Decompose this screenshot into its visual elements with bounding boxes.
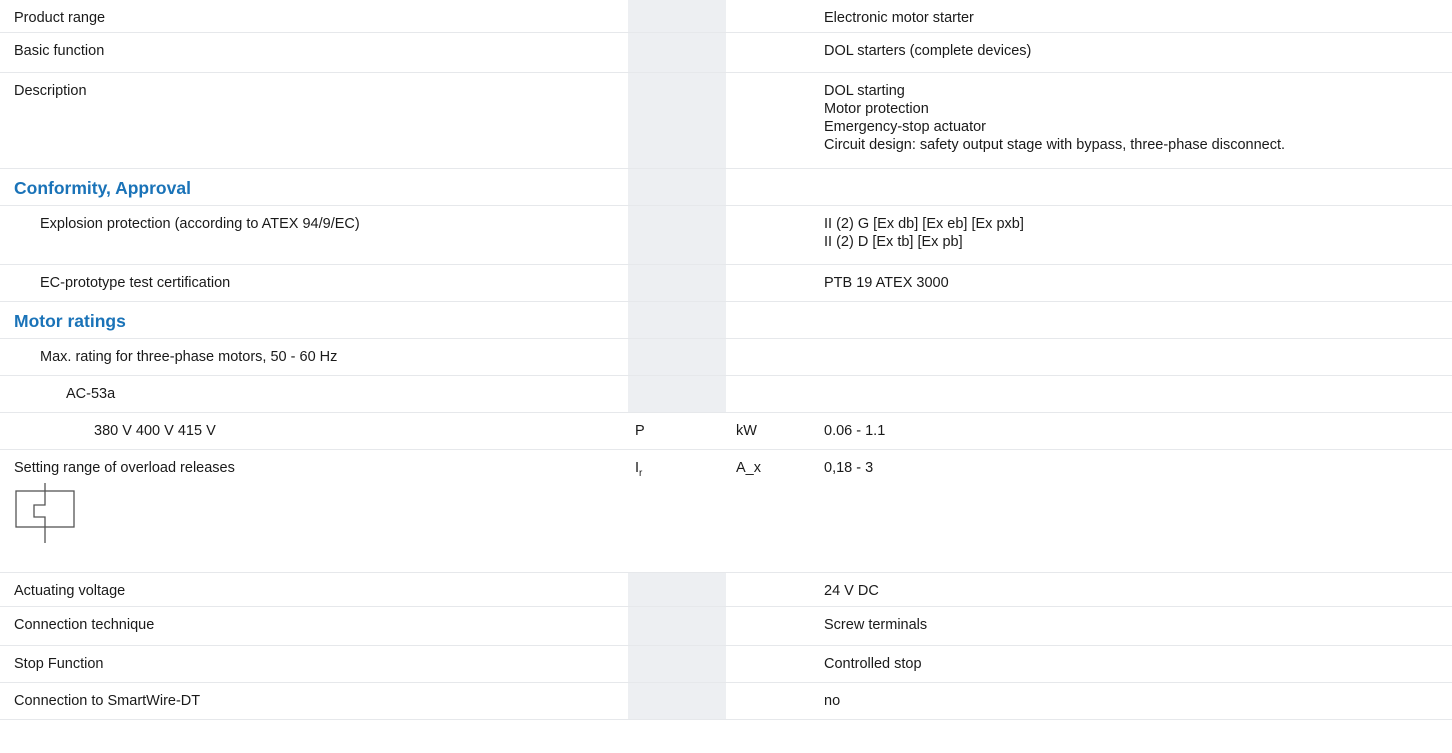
description-line: Emergency-stop actuator — [824, 118, 986, 135]
row-product-range: Product range Electronic motor starter — [0, 0, 1452, 33]
row-value: 0,18 - 3 — [819, 449, 1452, 573]
row-symbol: Ir — [628, 449, 726, 573]
row-value: PTB 19 ATEX 3000 — [819, 264, 1452, 302]
row-label-cell: Setting range of overload releases — [0, 449, 628, 573]
row-smartwire: Connection to SmartWire-DT no — [0, 682, 1452, 720]
row-description: Description DOL starting Motor protectio… — [0, 72, 1452, 169]
row-ac53a: AC-53a — [0, 375, 1452, 413]
section-conformity: Conformity, Approval — [0, 168, 1452, 206]
row-explosion-protection: Explosion protection (according to ATEX … — [0, 205, 1452, 265]
row-value: Screw terminals — [819, 606, 1452, 646]
row-label: Explosion protection (according to ATEX … — [0, 205, 628, 265]
row-label: Stop Function — [0, 645, 628, 683]
row-label: AC-53a — [0, 375, 628, 413]
row-label: EC-prototype test certification — [0, 264, 628, 302]
row-ec-certification: EC-prototype test certification PTB 19 A… — [0, 264, 1452, 302]
spec-table: Product range Electronic motor starter B… — [0, 0, 1452, 720]
row-value: 24 V DC — [819, 572, 1452, 607]
row-value: no — [819, 682, 1452, 720]
row-max-rating: Max. rating for three-phase motors, 50 -… — [0, 338, 1452, 376]
section-motor-ratings: Motor ratings — [0, 301, 1452, 339]
row-basic-function: Basic function DOL starters (complete de… — [0, 32, 1452, 73]
row-unit: A_x — [726, 449, 819, 573]
description-line: Motor protection — [824, 100, 929, 117]
row-label: Connection to SmartWire-DT — [0, 682, 628, 720]
row-value: DOL starters (complete devices) — [819, 32, 1452, 73]
row-label: Setting range of overload releases — [14, 459, 235, 476]
row-symbol: P — [628, 412, 726, 450]
description-line: Circuit design: safety output stage with… — [824, 136, 1286, 153]
row-value: II (2) G [Ex db] [Ex eb] [Ex pxb] II (2)… — [819, 205, 1452, 265]
row-actuating-voltage: Actuating voltage 24 V DC — [0, 572, 1452, 607]
row-overload-releases: Setting range of overload releases Ir A_… — [0, 449, 1452, 573]
row-unit: kW — [726, 412, 819, 450]
atex-line: II (2) G [Ex db] [Ex eb] [Ex pxb] — [824, 215, 1024, 232]
section-title: Motor ratings — [0, 301, 628, 339]
row-label: Basic function — [0, 32, 628, 73]
section-title: Conformity, Approval — [0, 168, 628, 206]
row-connection-technique: Connection technique Screw terminals — [0, 606, 1452, 646]
row-label: Product range — [0, 0, 628, 33]
row-value: DOL starting Motor protection Emergency-… — [819, 72, 1452, 169]
row-value: Controlled stop — [819, 645, 1452, 683]
row-label: 380 V 400 V 415 V — [0, 412, 628, 450]
row-label: Max. rating for three-phase motors, 50 -… — [0, 338, 628, 376]
row-label: Actuating voltage — [0, 572, 628, 607]
row-voltage-rating: 380 V 400 V 415 V P kW 0.06 - 1.1 — [0, 412, 1452, 450]
row-value: 0.06 - 1.1 — [819, 412, 1452, 450]
atex-line: II (2) D [Ex tb] [Ex pb] — [824, 233, 963, 250]
row-label: Description — [0, 72, 628, 169]
row-label: Connection technique — [0, 606, 628, 646]
row-stop-function: Stop Function Controlled stop — [0, 645, 1452, 683]
row-value: Electronic motor starter — [819, 0, 1452, 33]
overload-relay-symbol-icon — [15, 482, 75, 543]
description-line: DOL starting — [824, 82, 905, 99]
